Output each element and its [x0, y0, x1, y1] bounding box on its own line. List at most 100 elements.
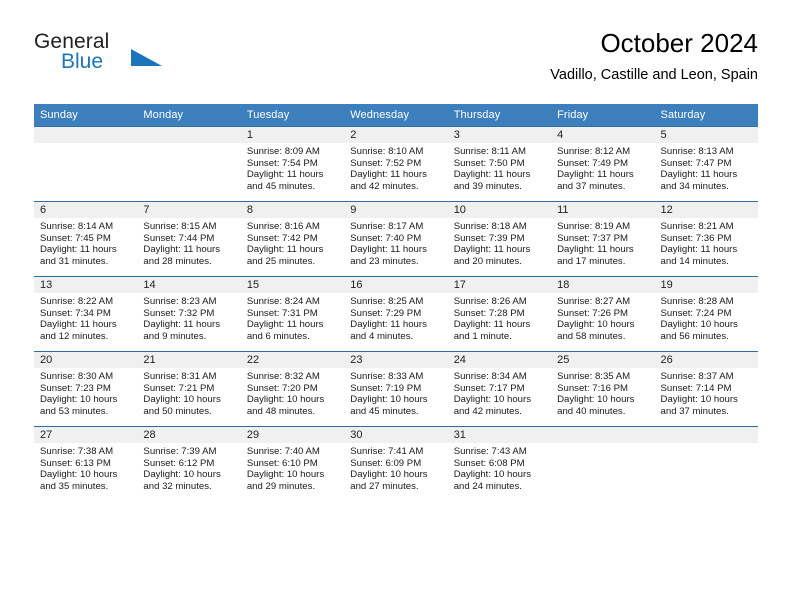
day-number: 10	[447, 202, 552, 218]
day-cell-content	[137, 127, 241, 201]
day-number: 27	[34, 427, 138, 443]
day-number: 19	[654, 277, 758, 293]
calendar-day-cell[interactable]: 22 Sunrise: 8:32 AM Sunset: 7:20 PM Dayli…	[240, 351, 345, 427]
calendar-day-cell[interactable]: 8 Sunrise: 8:16 AM Sunset: 7:42 PM Daylig…	[240, 201, 345, 277]
day-sun-info: Sunrise: 8:18 AM Sunset: 7:39 PM Dayligh…	[453, 221, 531, 267]
calendar-day-cell[interactable]: 5 Sunrise: 8:13 AM Sunset: 7:47 PM Daylig…	[654, 126, 758, 202]
calendar-empty-cell	[551, 426, 655, 501]
day-number: 18	[551, 277, 655, 293]
calendar-day-cell[interactable]: 20 Sunrise: 8:30 AM Sunset: 7:23 PM Dayli…	[34, 351, 138, 427]
day-cell-content: 16 Sunrise: 8:25 AM Sunset: 7:29 PM Dayli…	[344, 277, 448, 351]
day-sun-info	[655, 443, 758, 446]
calendar-day-cell[interactable]: 10 Sunrise: 8:18 AM Sunset: 7:39 PM Dayli…	[447, 201, 552, 277]
calendar-day-cell[interactable]: 27 Sunrise: 7:38 AM Sunset: 6:13 PM Dayli…	[34, 426, 138, 501]
calendar-day-cell[interactable]: 17 Sunrise: 8:26 AM Sunset: 7:28 PM Dayli…	[447, 276, 552, 352]
day-number: 3	[447, 127, 552, 143]
day-cell-content: 12 Sunrise: 8:21 AM Sunset: 7:36 PM Dayli…	[654, 202, 758, 276]
day-sun-info: Sunrise: 8:32 AM Sunset: 7:20 PM Dayligh…	[246, 371, 325, 417]
calendar-day-cell[interactable]: 25 Sunrise: 8:35 AM Sunset: 7:16 PM Dayli…	[551, 351, 655, 427]
day-number: 24	[447, 352, 552, 368]
calendar-week-row: 13 Sunrise: 8:22 AM Sunset: 7:34 PM Dayli…	[34, 276, 758, 352]
calendar-empty-cell	[654, 426, 758, 501]
day-number: 2	[344, 127, 448, 143]
day-cell-content: 22 Sunrise: 8:32 AM Sunset: 7:20 PM Dayli…	[240, 352, 345, 426]
day-sun-info: Sunrise: 8:14 AM Sunset: 7:45 PM Dayligh…	[40, 221, 117, 267]
day-cell-content: 4 Sunrise: 8:12 AM Sunset: 7:49 PM Daylig…	[551, 127, 655, 201]
day-number: 26	[654, 352, 758, 368]
calendar-day-cell[interactable]: 18 Sunrise: 8:27 AM Sunset: 7:26 PM Dayli…	[551, 276, 655, 352]
calendar-day-cell[interactable]: 9 Sunrise: 8:17 AM Sunset: 7:40 PM Daylig…	[344, 201, 448, 277]
calendar-day-cell[interactable]: 11 Sunrise: 8:19 AM Sunset: 7:37 PM Dayli…	[551, 201, 655, 277]
day-sun-info: Sunrise: 8:28 AM Sunset: 7:24 PM Dayligh…	[660, 296, 738, 342]
calendar-day-cell[interactable]: 23 Sunrise: 8:33 AM Sunset: 7:19 PM Dayli…	[344, 351, 448, 427]
calendar-day-cell[interactable]: 16 Sunrise: 8:25 AM Sunset: 7:29 PM Dayli…	[344, 276, 448, 352]
day-number: 9	[344, 202, 448, 218]
day-cell-content: 20 Sunrise: 8:30 AM Sunset: 7:23 PM Dayli…	[34, 352, 138, 426]
day-sun-info: Sunrise: 8:33 AM Sunset: 7:19 PM Dayligh…	[350, 371, 428, 417]
day-number: 17	[447, 277, 552, 293]
calendar-day-cell[interactable]: 1 Sunrise: 8:09 AM Sunset: 7:54 PM Daylig…	[240, 126, 345, 202]
day-number: 21	[137, 352, 241, 368]
day-cell-content: 2 Sunrise: 8:10 AM Sunset: 7:52 PM Daylig…	[344, 127, 448, 201]
day-sun-info	[34, 143, 137, 146]
day-cell-content: 5 Sunrise: 8:13 AM Sunset: 7:47 PM Daylig…	[654, 127, 758, 201]
calendar-week-row: 27 Sunrise: 7:38 AM Sunset: 6:13 PM Dayli…	[34, 426, 758, 501]
day-cell-content: 1 Sunrise: 8:09 AM Sunset: 7:54 PM Daylig…	[240, 127, 345, 201]
calendar-day-cell[interactable]: 4 Sunrise: 8:12 AM Sunset: 7:49 PM Daylig…	[551, 126, 655, 202]
day-sun-info: Sunrise: 8:21 AM Sunset: 7:36 PM Dayligh…	[660, 221, 738, 267]
calendar-body: 1 Sunrise: 8:09 AM Sunset: 7:54 PM Daylig…	[34, 126, 758, 501]
day-cell-content: 15 Sunrise: 8:24 AM Sunset: 7:31 PM Dayli…	[240, 277, 345, 351]
calendar-day-cell[interactable]: 12 Sunrise: 8:21 AM Sunset: 7:36 PM Dayli…	[654, 201, 758, 277]
general-blue-logo[interactable]: General Blue	[34, 30, 234, 86]
calendar-week-row: 20 Sunrise: 8:30 AM Sunset: 7:23 PM Dayli…	[34, 351, 758, 427]
day-cell-content: 7 Sunrise: 8:15 AM Sunset: 7:44 PM Daylig…	[137, 202, 241, 276]
calendar-day-cell[interactable]: 31 Sunrise: 7:43 AM Sunset: 6:08 PM Dayli…	[447, 426, 552, 501]
calendar-day-cell[interactable]: 3 Sunrise: 8:11 AM Sunset: 7:50 PM Daylig…	[447, 126, 552, 202]
day-cell-content: 14 Sunrise: 8:23 AM Sunset: 7:32 PM Dayli…	[137, 277, 241, 351]
calendar-day-cell[interactable]: 26 Sunrise: 8:37 AM Sunset: 7:14 PM Dayli…	[654, 351, 758, 427]
calendar-day-cell[interactable]: 13 Sunrise: 8:22 AM Sunset: 7:34 PM Dayli…	[34, 276, 138, 352]
day-cell-content: 10 Sunrise: 8:18 AM Sunset: 7:39 PM Dayli…	[447, 202, 552, 276]
day-cell-content: 25 Sunrise: 8:35 AM Sunset: 7:16 PM Dayli…	[551, 352, 655, 426]
calendar-day-cell[interactable]: 2 Sunrise: 8:10 AM Sunset: 7:52 PM Daylig…	[344, 126, 448, 202]
day-number: 6	[34, 202, 138, 218]
calendar-week-row: 1 Sunrise: 8:09 AM Sunset: 7:54 PM Daylig…	[34, 126, 758, 202]
day-cell-content: 3 Sunrise: 8:11 AM Sunset: 7:50 PM Daylig…	[447, 127, 552, 201]
day-number: 31	[447, 427, 552, 443]
calendar-day-cell[interactable]: 7 Sunrise: 8:15 AM Sunset: 7:44 PM Daylig…	[137, 201, 241, 277]
day-sun-info: Sunrise: 8:35 AM Sunset: 7:16 PM Dayligh…	[557, 371, 635, 417]
calendar-day-cell[interactable]: 14 Sunrise: 8:23 AM Sunset: 7:32 PM Dayli…	[137, 276, 241, 352]
day-number: 16	[344, 277, 448, 293]
day-sun-info	[137, 143, 240, 146]
day-cell-content: 26 Sunrise: 8:37 AM Sunset: 7:14 PM Dayli…	[654, 352, 758, 426]
logo-text-blue: Blue	[61, 50, 104, 73]
calendar-day-cell[interactable]: 15 Sunrise: 8:24 AM Sunset: 7:31 PM Dayli…	[240, 276, 345, 352]
day-sun-info: Sunrise: 7:40 AM Sunset: 6:10 PM Dayligh…	[246, 446, 325, 492]
day-sun-info: Sunrise: 8:10 AM Sunset: 7:52 PM Dayligh…	[350, 146, 427, 192]
day-sun-info: Sunrise: 8:09 AM Sunset: 7:54 PM Dayligh…	[246, 146, 324, 192]
day-sun-info: Sunrise: 8:34 AM Sunset: 7:17 PM Dayligh…	[453, 371, 532, 417]
calendar-table: Sunday Monday Tuesday Wednesday Thursday…	[34, 104, 758, 501]
calendar-day-cell[interactable]: 29 Sunrise: 7:40 AM Sunset: 6:10 PM Dayli…	[240, 426, 345, 501]
calendar-day-cell[interactable]: 19 Sunrise: 8:28 AM Sunset: 7:24 PM Dayli…	[654, 276, 758, 352]
day-number: 28	[137, 427, 241, 443]
day-sun-info: Sunrise: 8:37 AM Sunset: 7:14 PM Dayligh…	[660, 371, 738, 417]
day-number	[654, 427, 758, 443]
day-sun-info: Sunrise: 8:24 AM Sunset: 7:31 PM Dayligh…	[246, 296, 324, 342]
day-number: 13	[34, 277, 138, 293]
day-sun-info: Sunrise: 7:41 AM Sunset: 6:09 PM Dayligh…	[350, 446, 428, 492]
day-sun-info: Sunrise: 7:43 AM Sunset: 6:08 PM Dayligh…	[453, 446, 532, 492]
day-cell-content	[654, 427, 758, 501]
day-number: 30	[344, 427, 448, 443]
day-cell-content	[34, 127, 138, 201]
calendar-day-cell[interactable]: 21 Sunrise: 8:31 AM Sunset: 7:21 PM Dayli…	[137, 351, 241, 427]
day-number	[137, 127, 241, 143]
calendar-day-cell[interactable]: 6 Sunrise: 8:14 AM Sunset: 7:45 PM Daylig…	[34, 201, 138, 277]
day-number: 14	[137, 277, 241, 293]
day-number: 23	[344, 352, 448, 368]
calendar-day-cell[interactable]: 30 Sunrise: 7:41 AM Sunset: 6:09 PM Dayli…	[344, 426, 448, 501]
calendar-day-cell[interactable]: 28 Sunrise: 7:39 AM Sunset: 6:12 PM Dayli…	[137, 426, 241, 501]
day-cell-content: 8 Sunrise: 8:16 AM Sunset: 7:42 PM Daylig…	[240, 202, 345, 276]
day-number: 22	[240, 352, 345, 368]
calendar-day-cell[interactable]: 24 Sunrise: 8:34 AM Sunset: 7:17 PM Dayli…	[447, 351, 552, 427]
